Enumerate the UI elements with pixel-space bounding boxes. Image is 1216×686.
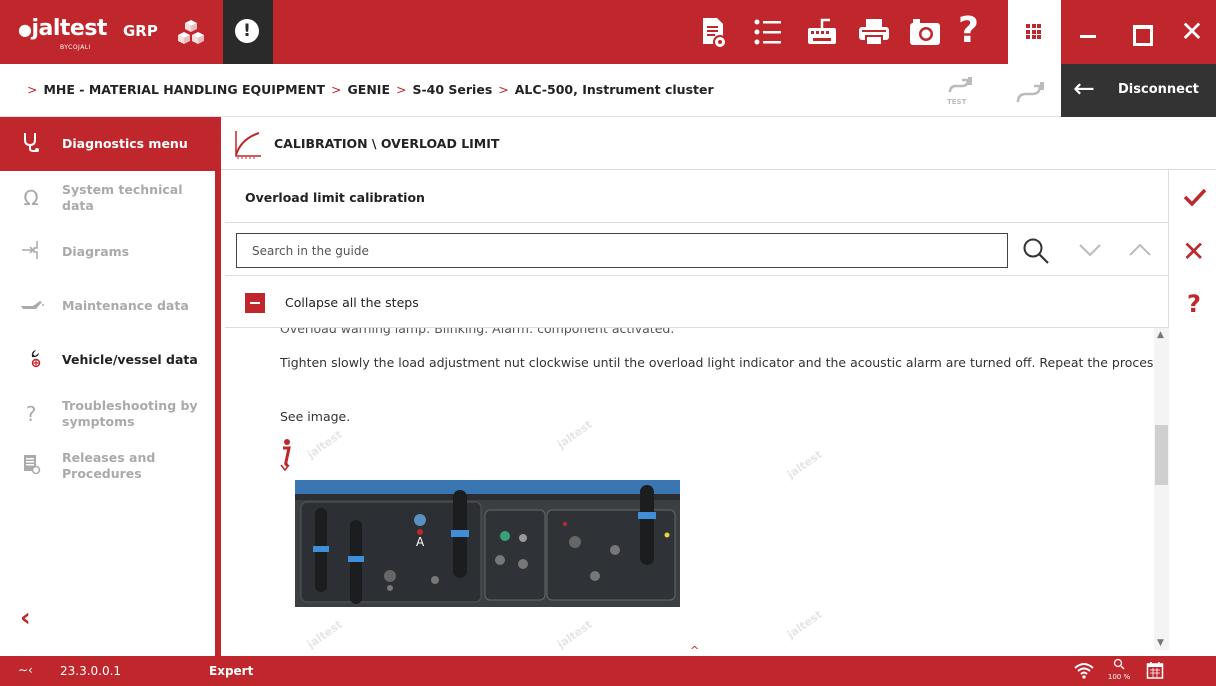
help-button[interactable]: ?	[958, 10, 979, 51]
report-icon[interactable]	[695, 14, 731, 50]
breadcrumb-item-genie[interactable]: GENIE	[348, 82, 390, 97]
maximize-button[interactable]	[1114, 0, 1166, 64]
collapse-icon	[245, 293, 265, 313]
watermark: jaltest	[784, 447, 825, 482]
list-icon[interactable]	[750, 14, 786, 50]
oil-can-icon	[18, 293, 44, 319]
scroll-up-icon[interactable]: ▲	[1157, 330, 1164, 340]
breadcrumb-bar: > MHE - MATERIAL HANDLING EQUIPMENT > GENIE…	[0, 64, 1216, 117]
alert-button[interactable]: !	[223, 0, 273, 64]
chevron-right-icon: >	[27, 82, 38, 97]
wrench-icon	[18, 347, 44, 373]
troubleshoot-icon: ?	[25, 402, 37, 426]
step-instruction: Tighten slowly the load adjustment nut c…	[280, 355, 1153, 370]
search-row	[225, 223, 1169, 276]
sidebar-item-troubleshooting[interactable]: ? Troubleshooting by symptoms	[0, 387, 215, 441]
sidebar-item-system-technical-data[interactable]: Ω System technical data	[0, 171, 215, 225]
zoom-indicator[interactable]: 100 %	[1107, 658, 1131, 682]
zoom-level: 100 %	[1107, 673, 1131, 681]
top-toolbar: ●jaltest BYCOJALI GRP ! ? ✕	[0, 0, 1216, 64]
cancel-button[interactable]: ✕	[1182, 238, 1205, 266]
omega-icon: Ω	[23, 186, 39, 210]
diagram-icon	[18, 239, 44, 265]
procedures-icon	[18, 453, 44, 479]
sidebar: Diagnostics menu Ω System technical data…	[0, 117, 215, 656]
version-label: 23.3.0.0.1	[60, 664, 122, 678]
sidebar-item-releases-procedures[interactable]: Releases and Procedures	[0, 439, 215, 493]
calibration-curve-icon	[235, 131, 261, 159]
see-image-text: See image.	[280, 409, 351, 424]
chevron-right-icon: >	[498, 82, 509, 97]
watermark: jaltest	[784, 607, 825, 642]
content-scrollbar[interactable]: ▲ ▼	[1154, 328, 1169, 650]
control-panel-photo[interactable]: A	[295, 480, 680, 607]
help-button-secondary[interactable]: ?	[1187, 290, 1201, 318]
watermark: jaltest	[304, 617, 345, 650]
breadcrumb-item-series[interactable]: S-40 Series	[412, 82, 492, 97]
guide-content: Overload warning lamp: Blinking. Alarm: …	[225, 328, 1153, 650]
status-bar: ∼‹ 23.3.0.0.1 Expert 100 %	[0, 656, 1216, 686]
photo-label: A	[416, 535, 425, 549]
breadcrumb-item-system[interactable]: ALC-500, Instrument cluster	[515, 82, 714, 97]
collapse-sidebar-button[interactable]: ‹	[20, 603, 31, 633]
sidebar-item-diagrams[interactable]: Diagrams	[0, 225, 215, 279]
watermark: jaltest	[554, 417, 595, 452]
chevron-down-icon[interactable]	[1078, 242, 1102, 258]
printer-icon[interactable]	[856, 14, 892, 50]
sidebar-divider	[215, 117, 221, 656]
apps-grid-icon	[1026, 24, 1041, 39]
alert-icon: !	[235, 19, 259, 43]
stethoscope-icon	[18, 131, 44, 157]
apps-menu-button[interactable]	[1008, 0, 1061, 64]
watermark: jaltest	[554, 617, 595, 650]
usb-icon: ∼‹	[18, 663, 33, 677]
sidebar-item-maintenance-data[interactable]: Maintenance data	[0, 279, 215, 333]
zoom-icon	[1113, 658, 1125, 670]
camera-icon[interactable]	[907, 14, 943, 50]
chevron-right-icon: >	[395, 82, 407, 97]
guide-title-bar: Overload limit calibration	[225, 170, 1169, 223]
cubes-icon[interactable]	[177, 18, 205, 46]
disconnect-button[interactable]: ← Disconnect	[1061, 64, 1216, 117]
search-icon[interactable]	[1021, 236, 1051, 266]
check-icon[interactable]	[1182, 184, 1208, 210]
wifi-icon[interactable]	[1073, 660, 1095, 680]
mode-label: Expert	[209, 664, 254, 678]
page-title: CALIBRATION \ OVERLOAD LIMIT	[274, 136, 500, 151]
section-header: CALIBRATION \ OVERLOAD LIMIT	[221, 117, 1216, 170]
watermark: jaltest	[304, 427, 345, 462]
test-mode-icon[interactable]: TEST	[946, 76, 976, 108]
chevron-right-icon: >	[331, 82, 342, 97]
breadcrumb: > MHE - MATERIAL HANDLING EQUIPMENT > GENIE…	[27, 82, 714, 97]
collapse-steps-label: Collapse all the steps	[285, 295, 419, 310]
sidebar-item-vehicle-vessel-data[interactable]: Vehicle/vessel data	[0, 333, 215, 387]
connection-plug-icon[interactable]	[1014, 78, 1048, 106]
chevron-up-icon[interactable]	[1128, 242, 1152, 258]
scrollbar-thumb[interactable]	[1155, 425, 1168, 485]
partial-step-text: Overload warning lamp: Blinking. Alarm: …	[280, 328, 675, 336]
info-icon[interactable]	[277, 438, 295, 472]
guide-panel: Overload limit calibration Collapse all …	[225, 170, 1169, 650]
search-input[interactable]	[236, 233, 1008, 268]
app-window: ●jaltest BYCOJALI GRP ! ? ✕ > MHE - MATE…	[0, 0, 1216, 686]
breadcrumb-item-mhe[interactable]: MHE - MATERIAL HANDLING EQUIPMENT	[43, 82, 325, 97]
action-column: ✕ ?	[1170, 170, 1216, 656]
guide-title: Overload limit calibration	[245, 190, 425, 205]
minimize-button[interactable]	[1062, 0, 1114, 64]
sidebar-item-diagnostics-menu[interactable]: Diagnostics menu	[0, 117, 215, 171]
close-button[interactable]: ✕	[1166, 0, 1216, 64]
scroll-down-icon[interactable]: ▼	[1157, 638, 1164, 648]
arrow-left-icon: ←	[1073, 74, 1095, 104]
calendar-icon[interactable]	[1146, 661, 1164, 679]
grp-label: GRP	[123, 22, 158, 40]
jaltest-logo: ●jaltest BYCOJALI	[18, 16, 107, 51]
collapse-steps-row[interactable]: Collapse all the steps	[225, 276, 1169, 328]
keyboard-icon[interactable]	[804, 14, 840, 50]
